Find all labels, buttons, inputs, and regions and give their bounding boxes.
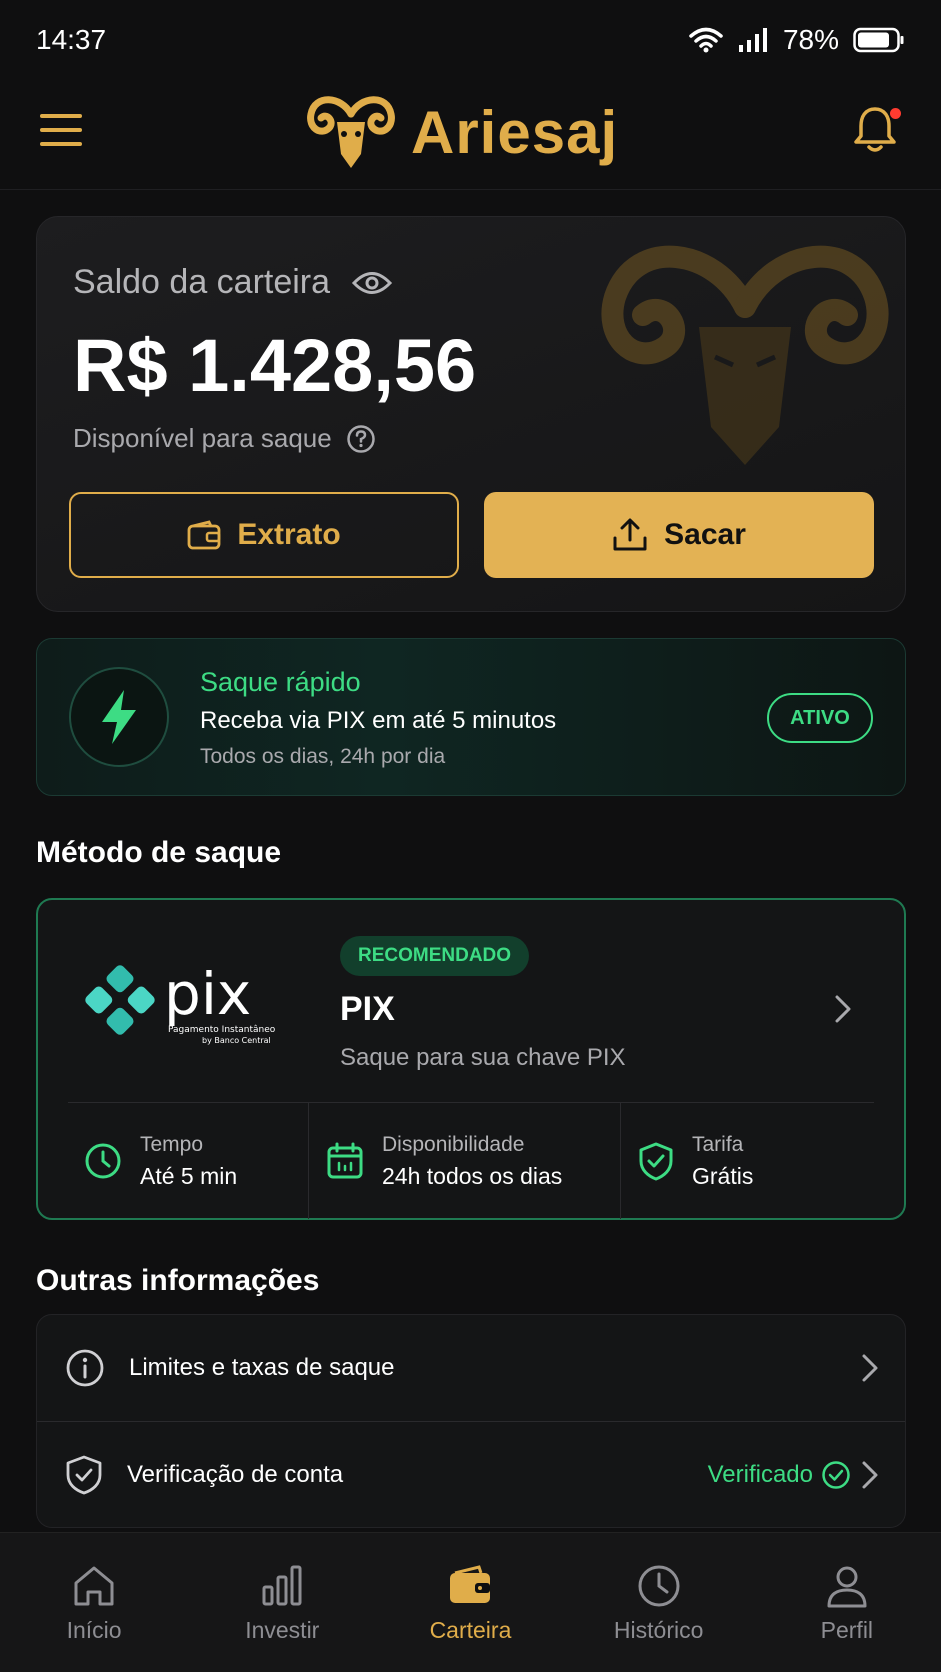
sacar-label: Sacar [664,518,746,551]
stat-label: Tarifa [692,1132,744,1156]
nav-item-inicio[interactable]: Início [14,1563,174,1644]
stat-separator [308,1103,309,1219]
method-section-title: Método de saque [36,836,282,869]
stat-label: Tempo [140,1132,204,1156]
nav-label: Histórico [613,1617,704,1643]
chevron-right-icon [862,1354,878,1382]
chevron-right-icon [835,995,851,1023]
menu-line [40,128,82,132]
extrato-label: Extrato [237,518,341,551]
status-time: 14:37 [36,24,107,55]
nav-item-perfil[interactable]: Perfil [767,1563,927,1644]
pix-method-card[interactable]: pix Pagamento Instantâneo by Banco Centr… [36,898,906,1220]
bolt-badge [69,667,169,767]
balance-value: R$ 1.428,56 [73,324,477,407]
home-icon [74,1566,114,1606]
nav-item-carteira[interactable]: Carteira [390,1563,550,1644]
other-info-card: Limites e taxas de saque Verificação de … [36,1314,906,1528]
nav-item-historico[interactable]: Histórico [579,1563,739,1644]
signal-icon [738,28,767,52]
app-header: Ariesaj [0,80,941,190]
other-section-title: Outras informações [36,1264,320,1297]
quick-title: Saque rápido [200,667,361,697]
battery-percent: 78% [782,24,839,55]
user-icon [827,1566,867,1608]
balance-label-text: Saldo da carteira [73,263,331,301]
upload-icon [613,518,647,551]
nav-item-investir[interactable]: Investir [202,1563,362,1644]
stat-label: Disponibilidade [382,1132,525,1156]
stat-time: Tempo Até 5 min [68,1103,308,1219]
account-verification-row[interactable]: Verificação de conta Verificado [37,1422,905,1527]
quick-withdraw-card: Saque rápido Receba via PIX em até 5 min… [36,638,906,796]
recommended-badge: RECOMENDADO [340,936,530,976]
check-circle-icon [822,1461,850,1489]
stat-value: 24h todos os dias [382,1162,563,1189]
menu-button[interactable] [40,114,82,150]
extrato-button[interactable]: Extrato [69,492,459,578]
status-icons: 78% [689,24,905,56]
stat-value: Até 5 min [140,1162,238,1189]
pix-logo-text: pix [164,960,251,1028]
calendar-icon [327,1142,363,1179]
brand-name: Ariesaj [411,98,619,166]
menu-line [40,114,82,118]
bottom-nav: Início Investir Carteira Histórico Perfi… [0,1532,941,1672]
battery-icon [853,27,904,53]
stat-separator [620,1103,621,1219]
lightning-icon [102,690,136,744]
notification-dot [890,108,901,119]
shield-check-icon [639,1142,673,1181]
shield-check-icon [66,1455,102,1495]
row-label: Verificação de conta [127,1461,344,1488]
balance-sublabel: Disponível para saque [73,423,376,454]
pix-logo-sub1: Pagamento Instantâneo [168,1025,276,1035]
nav-label: Carteira [429,1617,512,1643]
quick-description: Receba via PIX em até 5 minutos [200,707,557,734]
nav-label: Início [66,1617,122,1643]
verified-status: Verificado [707,1461,813,1488]
pix-logo-sub2: by Banco Central [202,1036,271,1045]
wallet-icon [187,520,221,550]
sacar-button[interactable]: Sacar [484,492,874,578]
balance-card: Saldo da carteira R$ 1.428,56 Disponível… [36,216,906,612]
chevron-right-icon [862,1461,878,1489]
eye-icon[interactable] [352,270,393,296]
row-label: Limites e taxas de saque [129,1354,395,1381]
wifi-icon [689,27,723,53]
quick-subtext: Todos os dias, 24h por dia [200,745,446,768]
brand-logo: Ariesaj [305,92,618,172]
limits-fees-row[interactable]: Limites e taxas de saque [37,1315,905,1421]
balance-label: Saldo da carteira [73,263,393,302]
clock-icon [85,1143,121,1179]
chart-icon [262,1565,302,1606]
balance-sublabel-text: Disponível para saque [73,423,332,453]
notifications-button[interactable] [853,104,901,156]
ram-logo-icon [307,96,395,168]
status-bar: 14:37 78% [0,0,941,80]
method-description: Saque para sua chave PIX [340,1044,626,1071]
stat-availability: Disponibilidade 24h todos os dias [310,1103,620,1219]
help-icon[interactable] [346,424,376,454]
nav-label: Investir [245,1617,320,1643]
menu-line [40,142,82,146]
stat-fee: Tarifa Grátis [622,1103,872,1219]
wallet-icon [450,1565,491,1603]
info-icon [66,1349,104,1387]
clock-icon [638,1565,680,1607]
stat-value: Grátis [692,1162,754,1189]
pix-logo-icon: pix Pagamento Instantâneo by Banco Centr… [85,960,276,1045]
method-name: PIX [340,990,395,1028]
nav-label: Perfil [820,1617,874,1643]
ram-watermark-icon [601,245,889,465]
status-badge: ATIVO [767,693,873,743]
